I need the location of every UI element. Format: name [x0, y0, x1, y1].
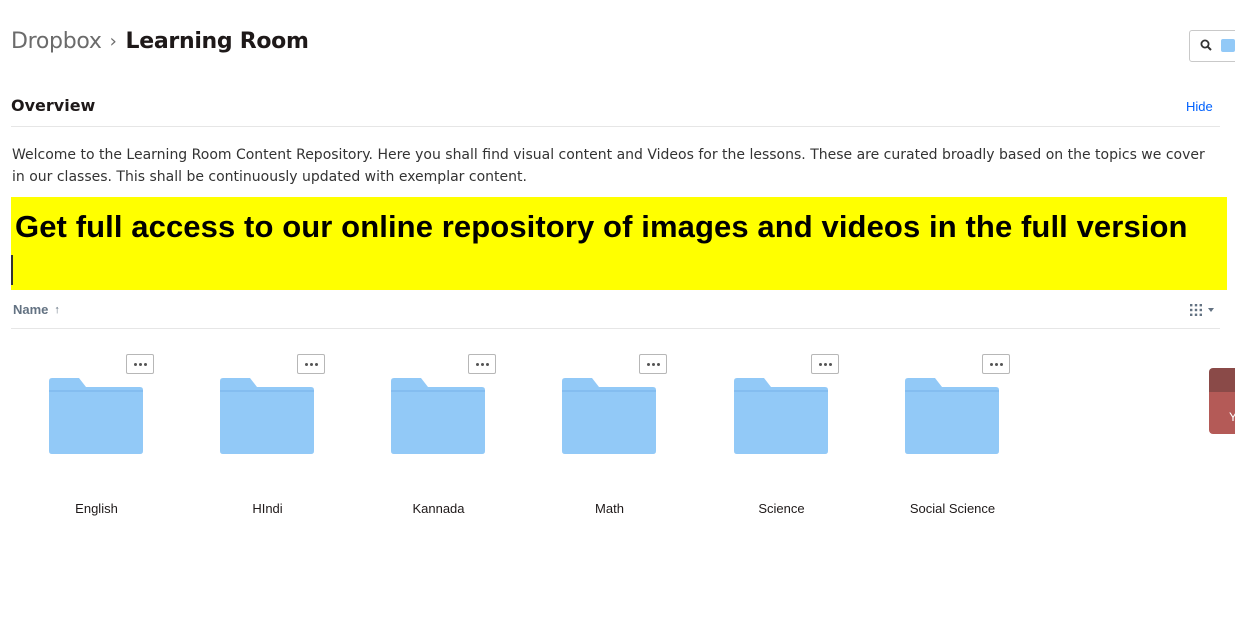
text-cursor — [11, 255, 13, 285]
folder-item-kannada[interactable]: Kannada — [353, 352, 524, 522]
name-column-label: Name — [13, 302, 49, 317]
breadcrumb-root-link[interactable]: Dropbox — [11, 29, 102, 54]
folder-name[interactable]: HIndi — [182, 501, 353, 516]
folder-icon — [562, 378, 656, 454]
name-column-header[interactable]: Name ↑ — [13, 302, 60, 317]
search-input[interactable] — [1189, 30, 1235, 62]
grid-view-icon — [1190, 304, 1202, 316]
folder-item-science[interactable]: Science — [696, 352, 867, 522]
more-options-button[interactable] — [126, 354, 154, 374]
divider — [11, 126, 1220, 127]
divider — [11, 328, 1220, 329]
overview-heading: Overview — [11, 96, 96, 115]
folder-name[interactable]: Science — [696, 501, 867, 516]
more-options-button[interactable] — [639, 354, 667, 374]
more-options-button[interactable] — [982, 354, 1010, 374]
search-icon — [1200, 39, 1212, 51]
side-tab-body: Y — [1209, 392, 1235, 434]
promo-text: Get full access to our online repository… — [15, 209, 1188, 244]
folder-icon — [905, 378, 999, 454]
breadcrumb-separator-icon: › — [109, 31, 117, 52]
chevron-down-icon — [1208, 308, 1214, 312]
folder-icon — [220, 378, 314, 454]
folder-item-english[interactable]: English — [11, 352, 182, 522]
promo-banner: Get full access to our online repository… — [11, 197, 1227, 290]
view-toggle-button[interactable] — [1190, 304, 1214, 316]
more-options-button[interactable] — [811, 354, 839, 374]
folder-icon — [734, 378, 828, 454]
side-tab-label: Y — [1229, 410, 1235, 424]
overview-description: Welcome to the Learning Room Content Rep… — [12, 147, 1205, 185]
breadcrumb: Dropbox › Learning Room — [11, 29, 309, 54]
folder-item-math[interactable]: Math — [524, 352, 695, 522]
side-widget-tab[interactable]: Y — [1209, 368, 1235, 434]
side-tab-header — [1209, 368, 1235, 392]
folder-name[interactable]: Social Science — [867, 501, 1038, 516]
sort-ascending-icon: ↑ — [54, 303, 60, 316]
folder-name[interactable]: Math — [524, 501, 695, 516]
folder-item-hindi[interactable]: HIndi — [182, 352, 353, 522]
folder-icon — [49, 378, 143, 454]
folder-name[interactable]: English — [11, 501, 182, 516]
hide-overview-link[interactable]: Hide — [1186, 99, 1213, 114]
more-options-button[interactable] — [297, 354, 325, 374]
folder-icon — [391, 378, 485, 454]
more-options-button[interactable] — [468, 354, 496, 374]
folder-icon — [1221, 39, 1235, 52]
folder-name[interactable]: Kannada — [353, 501, 524, 516]
folder-item-social-science[interactable]: Social Science — [867, 352, 1038, 522]
page-title: Learning Room — [125, 29, 309, 54]
